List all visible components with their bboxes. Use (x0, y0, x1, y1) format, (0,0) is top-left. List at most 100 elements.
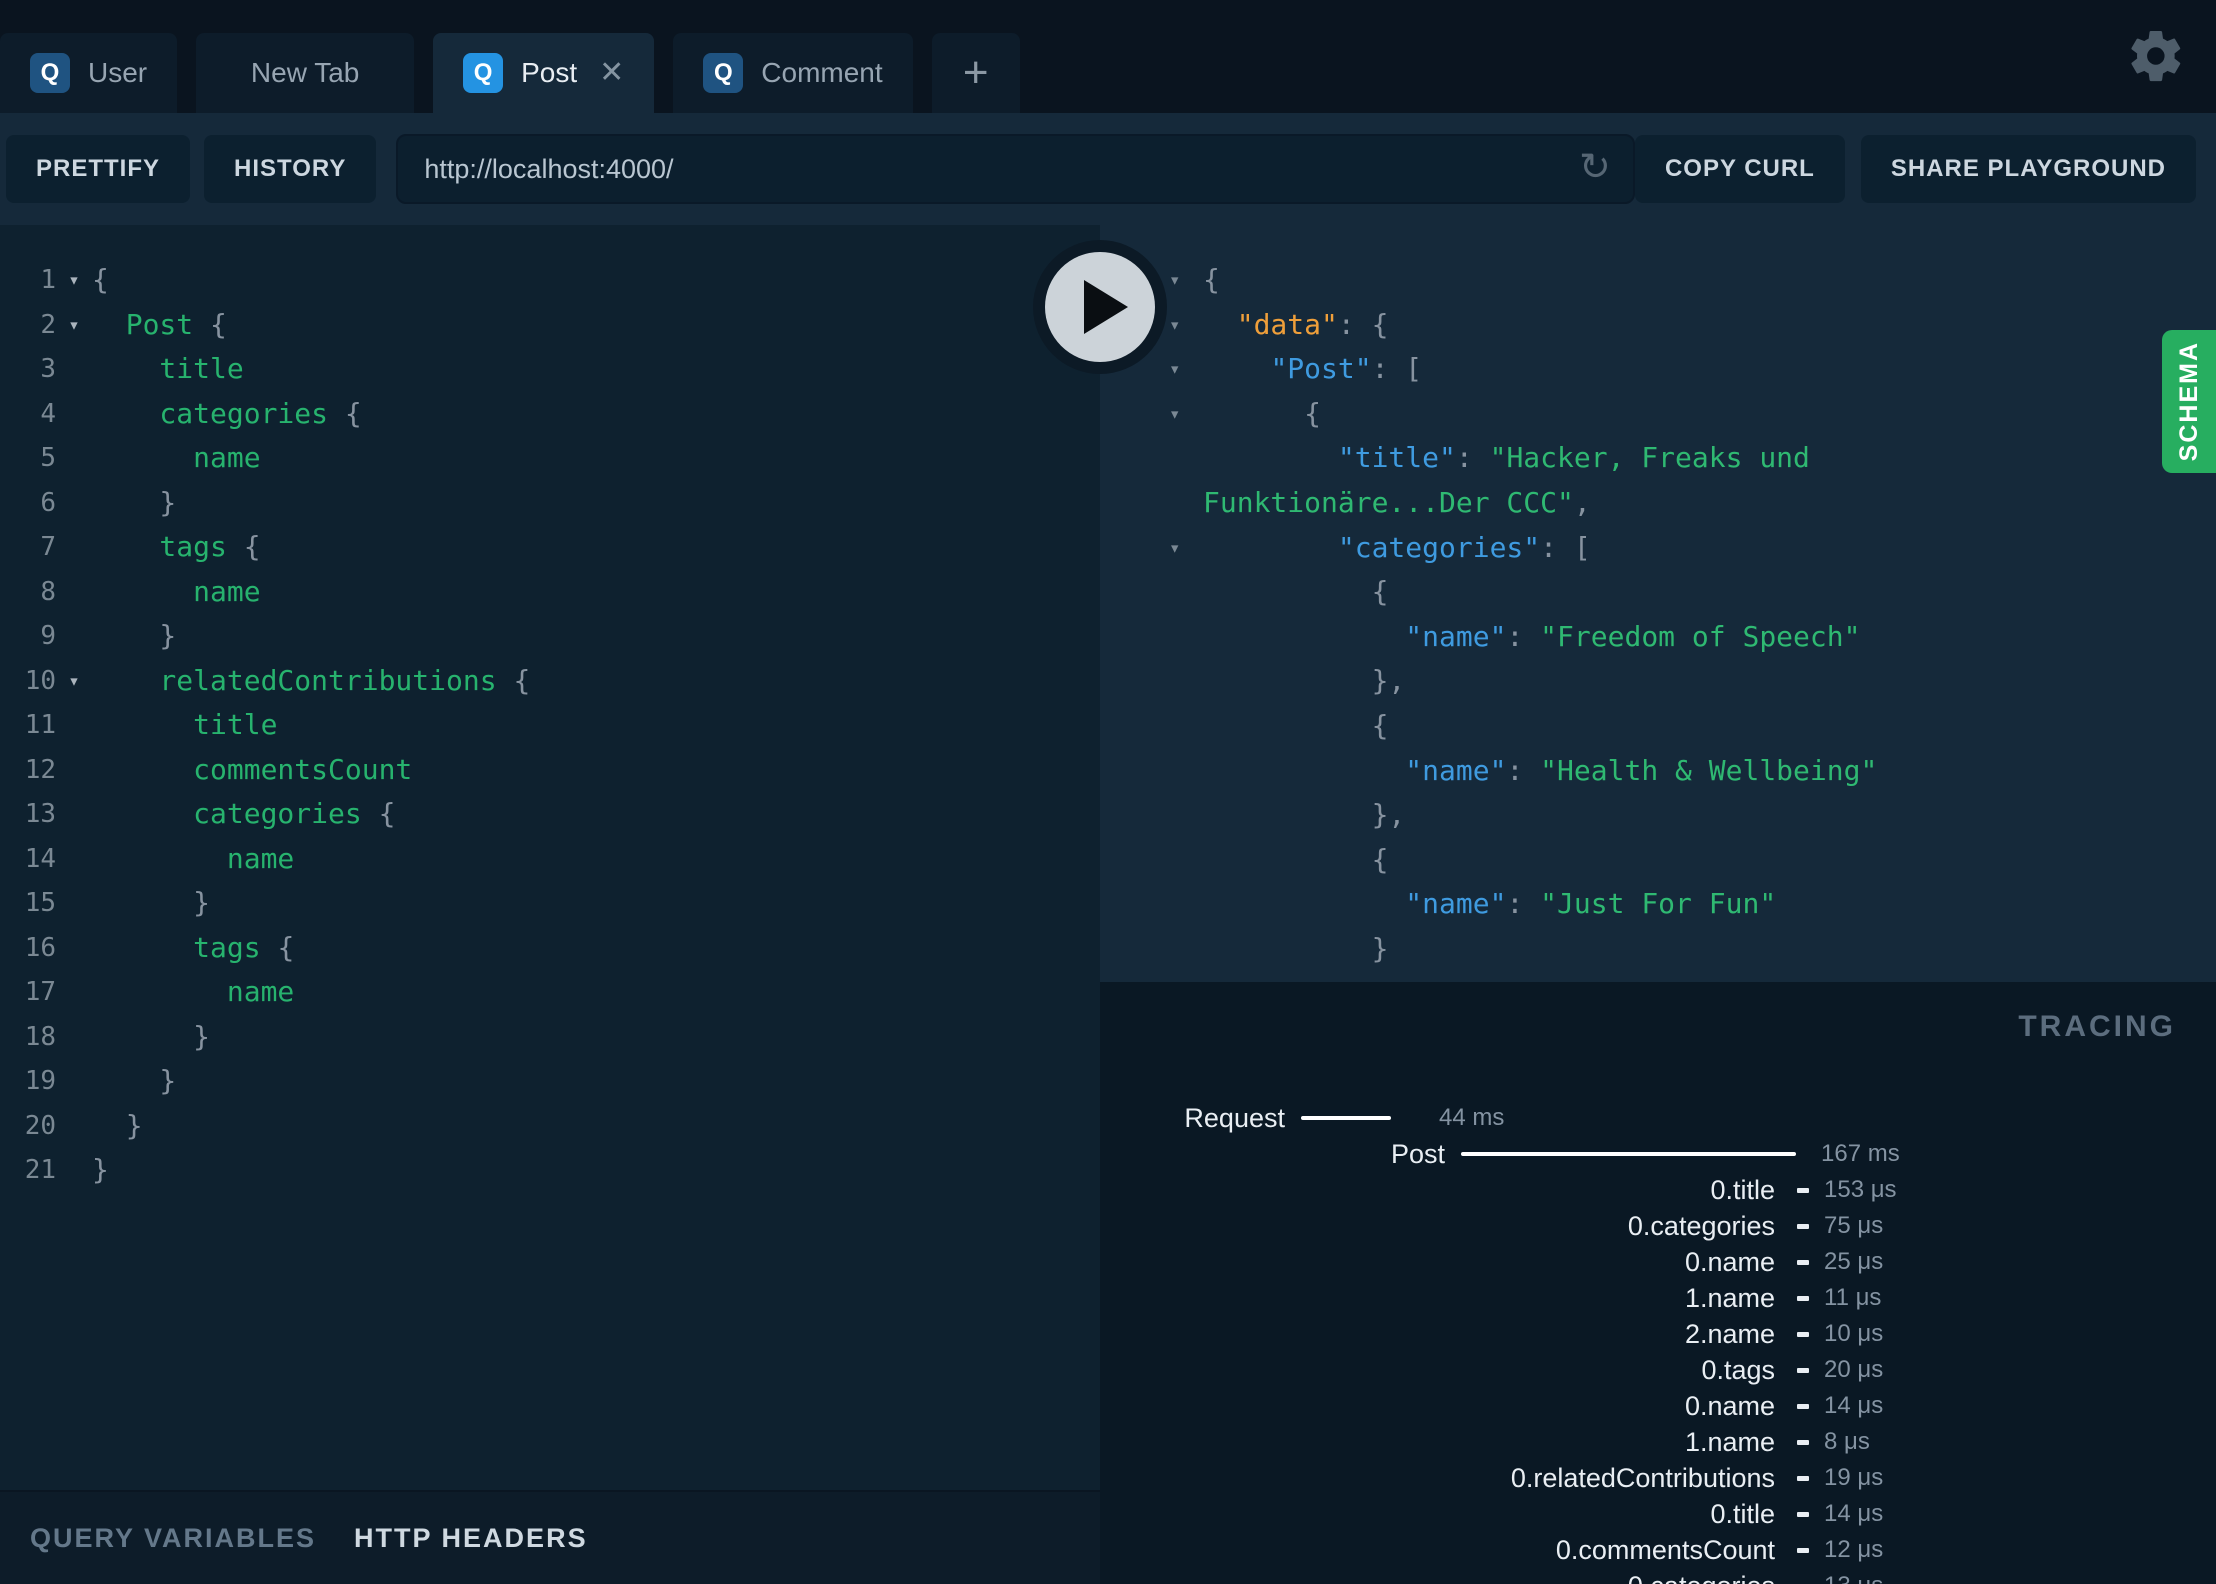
fold-toggle-icon[interactable]: ▾ (1169, 258, 1203, 303)
tracing-row: 0.commentsCount 12 μs (1100, 1532, 2216, 1568)
line-number: 19 (24, 1066, 56, 1096)
tracing-dash (1797, 1223, 1809, 1229)
editor-line: 8 name (0, 570, 1100, 615)
fold-gutter (56, 926, 92, 971)
tab-post[interactable]: Q Post ✕ (433, 33, 655, 113)
tracing-dash (1797, 1403, 1809, 1409)
copy-curl-button[interactable]: COPY CURL (1634, 135, 1845, 203)
tracing-duration: 167 ms (1821, 1140, 1900, 1167)
fold-toggle-icon[interactable]: ▾ (1169, 303, 1203, 348)
query-editor[interactable]: 1 ▾{2 ▾ Post {3 title 4 categories {5 name 6… (0, 258, 1100, 1193)
code-token: } (92, 886, 211, 919)
tracing-row: 0.tags 20 μs (1100, 1352, 2216, 1388)
code-token: { (1203, 842, 1389, 876)
tracing-label: 0.relatedContributions (1510, 1462, 1775, 1493)
editor-line: 12 commentsCount (0, 748, 1100, 793)
tab-label: Comment (761, 57, 883, 88)
tab-label: Post (521, 57, 578, 88)
tracing-duration: 10 μs (1824, 1320, 1884, 1347)
tab-comment[interactable]: Q Comment (673, 33, 913, 113)
execute-query-button[interactable] (1033, 240, 1167, 374)
fold-gutter (56, 1015, 92, 1060)
fold-toggle-icon[interactable]: ▾ (56, 303, 92, 348)
query-editor-pane: 1 ▾{2 ▾ Post {3 title 4 categories {5 name 6… (0, 225, 1100, 1584)
fold-gutter (1169, 838, 1203, 883)
close-tab-icon[interactable]: ✕ (599, 58, 624, 88)
fold-gutter (56, 792, 92, 837)
response-pane: ▾{▾ "data": {▾ "Post": [▾ { "title": "Ha… (1100, 225, 2216, 982)
reload-schema-icon[interactable]: ↺ (1579, 145, 1611, 190)
tracing-duration: 14 μs (1824, 1392, 1884, 1419)
fold-toggle-icon[interactable]: ▾ (1169, 392, 1203, 437)
tracing-label: Request (1184, 1102, 1285, 1133)
response-line: "name": "Just For Fun" (1169, 882, 2216, 927)
code-token: tags (92, 530, 244, 563)
tracing-dash (1797, 1547, 1809, 1553)
code-token: "name" (1405, 619, 1507, 653)
code-token: name (92, 841, 295, 875)
code-token: { (1203, 708, 1389, 742)
response-line: ▾ "categories": [ (1169, 526, 2216, 571)
code-token: : (1506, 753, 1541, 787)
code-token: "Post" (1270, 352, 1372, 386)
code-token: "Just For Fun" (1540, 887, 1777, 921)
history-button[interactable]: HISTORY (204, 135, 377, 203)
fold-gutter (1169, 972, 1203, 983)
editor-line: 11 title (0, 703, 1100, 748)
tracing-duration: 75 μs (1824, 1212, 1884, 1239)
tab-bar: Q User New Tab Q Post ✕ Q Comment + (0, 0, 2216, 113)
editor-line: 19 } (0, 1059, 1100, 1104)
tracing-duration: 25 μs (1824, 1248, 1884, 1275)
code-token: "name" (1405, 887, 1507, 921)
response-line: ▾ "Post": [ (1169, 347, 2216, 392)
tracing-rows: Request 44 ms Post 167 ms 0.title 153 μs 0.cat… (1100, 1100, 2216, 1584)
endpoint-url-value: http://localhost:4000/ (424, 153, 674, 184)
schema-side-tab[interactable]: SCHEMA (2162, 330, 2216, 473)
response-line: "name": "Health & Wellbeing" (1169, 749, 2216, 794)
editor-footer: QUERY VARIABLES HTTP HEADERS (0, 1490, 1100, 1584)
fold-gutter (56, 1148, 92, 1193)
add-tab-button[interactable]: + (931, 33, 1020, 113)
response-line: }, (1169, 659, 2216, 704)
http-headers-tab[interactable]: HTTP HEADERS (354, 1523, 588, 1554)
line-number: 16 (24, 932, 56, 963)
response-line: }, (1169, 793, 2216, 838)
tab-new-tab[interactable]: New Tab (196, 33, 415, 113)
code-token: : { (1337, 307, 1389, 341)
query-badge-icon: Q (30, 53, 70, 93)
fold-gutter (1169, 436, 1203, 481)
code-token: { (243, 530, 261, 563)
fold-toggle-icon[interactable]: ▾ (1169, 347, 1203, 392)
settings-gear-icon[interactable] (2126, 26, 2186, 86)
fold-gutter (56, 570, 92, 615)
query-variables-tab[interactable]: QUERY VARIABLES (30, 1523, 316, 1554)
fold-gutter (56, 881, 92, 926)
tracing-duration: 44 ms (1439, 1104, 1505, 1131)
tracing-row: Post 167 ms (1100, 1136, 2216, 1172)
code-token: } (1203, 931, 1389, 965)
tracing-label: 0.title (1710, 1498, 1775, 1529)
fold-toggle-icon[interactable]: ▾ (56, 258, 92, 303)
fold-toggle-icon[interactable]: ▾ (1169, 526, 1203, 571)
code-token: } (92, 1108, 143, 1142)
code-token: } (92, 1019, 211, 1053)
line-number: 13 (24, 799, 56, 829)
code-token: name (92, 574, 261, 608)
tracing-row: 0.categories 75 μs (1100, 1208, 2216, 1244)
prettify-button[interactable]: PRETTIFY (6, 135, 191, 203)
code-token: "Health & Wellbeing" (1540, 753, 1878, 787)
share-playground-button[interactable]: SHARE PLAYGROUND (1860, 135, 2196, 203)
tracing-label: 0.tags (1701, 1354, 1775, 1385)
fold-toggle-icon[interactable]: ▾ (56, 659, 92, 704)
endpoint-url-input[interactable]: http://localhost:4000/ ↺ (396, 134, 1635, 204)
fold-gutter (1169, 704, 1203, 749)
editor-line: 7 tags { (0, 525, 1100, 570)
tab-user[interactable]: Q User (0, 33, 178, 113)
query-badge-icon: Q (703, 53, 744, 93)
code-token: "Freedom of Speech" (1540, 619, 1861, 653)
tracing-row: 0.name 25 μs (1100, 1244, 2216, 1280)
